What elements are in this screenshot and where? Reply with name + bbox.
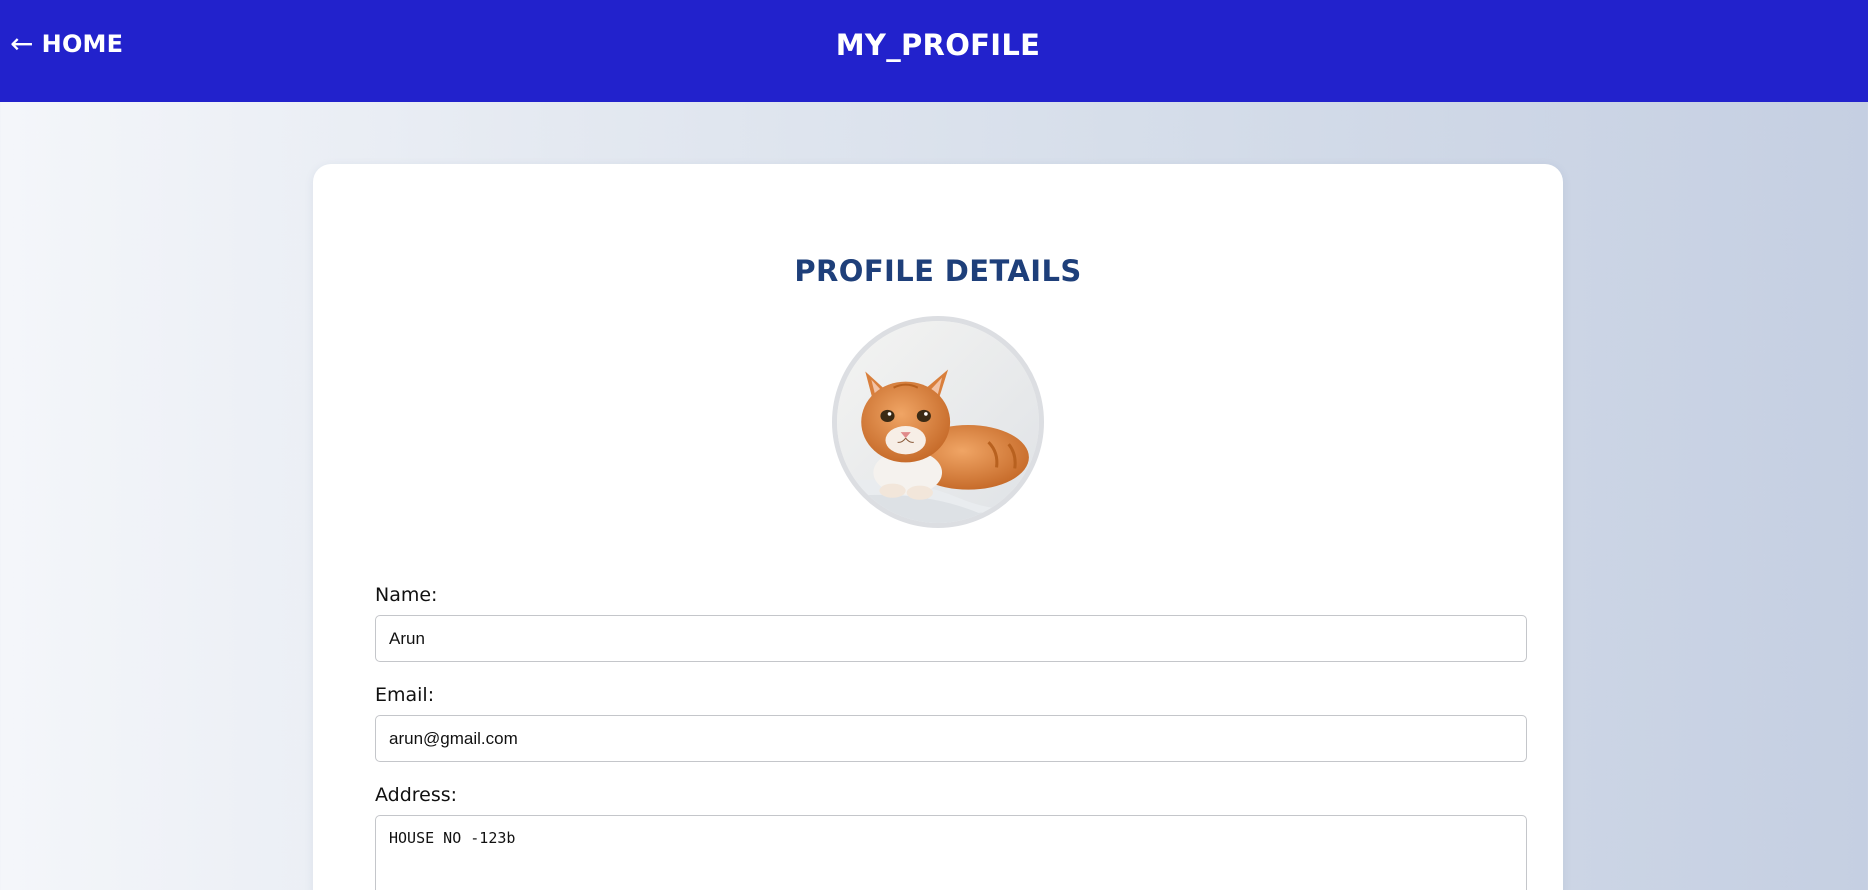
name-label: Name:: [375, 584, 438, 606]
top-navbar: ← HOME MY_PROFILE: [0, 0, 1868, 102]
avatar: [832, 316, 1044, 528]
address-label: Address:: [375, 784, 458, 806]
address-field[interactable]: HOUSE NO -123b: [375, 815, 1527, 890]
profile-card: PROFILE DETAILS Name: Arun Email: arun@g…: [313, 164, 1563, 890]
email-field[interactable]: arun@gmail.com: [375, 715, 1527, 762]
email-label: Email:: [375, 684, 435, 706]
name-field[interactable]: Arun: [375, 615, 1527, 662]
page-title: MY_PROFILE: [835, 28, 1041, 62]
cat-photo-icon: [837, 321, 1039, 523]
profile-heading: PROFILE DETAILS: [794, 254, 1082, 288]
